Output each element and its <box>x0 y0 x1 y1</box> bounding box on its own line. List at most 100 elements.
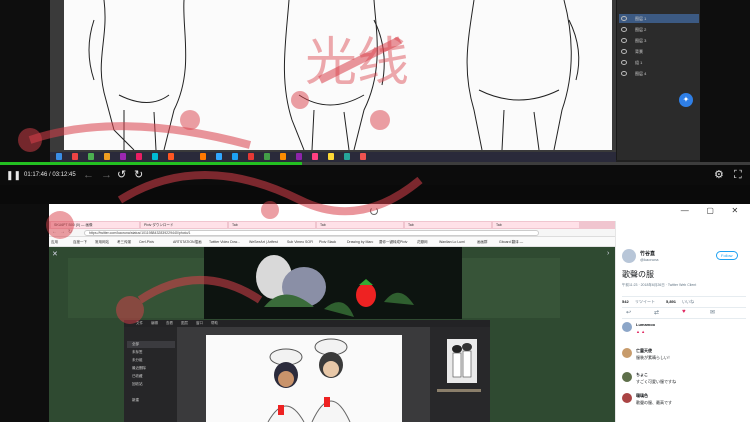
avatar[interactable] <box>622 348 632 358</box>
eye-icon[interactable] <box>621 60 627 65</box>
eye-icon[interactable] <box>621 71 627 76</box>
forward-icon[interactable]: → <box>60 229 65 235</box>
app-icon[interactable] <box>232 153 238 160</box>
eye-icon[interactable] <box>621 49 627 54</box>
layer-row[interactable]: 图层 2 <box>619 25 699 34</box>
bookmark-item[interactable]: Gboard 翻译 — <box>499 239 523 245</box>
sidebar-item[interactable]: 未分组 <box>127 357 175 364</box>
bookmark-item[interactable]: 百度一下 <box>73 239 87 245</box>
app-icon[interactable] <box>120 153 126 160</box>
bookmark-item[interactable]: 花瓣网 <box>417 239 428 245</box>
bookmark-item[interactable]: 考三传媒 <box>117 239 131 245</box>
reply-author[interactable]: Lumamoo <box>636 322 655 327</box>
bookmark-item[interactable]: Twitter Video Dow... <box>209 239 240 245</box>
like-icon[interactable]: ♥ <box>682 309 686 315</box>
menu-item[interactable]: 查看 <box>166 320 173 327</box>
browser-tab[interactable]: Pixiv ダウンロード <box>141 222 227 228</box>
layer-row[interactable]: 背景 <box>619 47 699 56</box>
bookmark-item[interactable]: ARTSTATION插画 <box>173 239 202 245</box>
reply-author[interactable]: 瑠璃色 <box>636 393 648 399</box>
bookmark-item[interactable]: 应用 <box>51 239 58 245</box>
reply-author[interactable]: ちょこ <box>636 372 648 378</box>
app-icon[interactable] <box>136 153 142 160</box>
app-icon[interactable] <box>248 153 254 160</box>
photoshop-icon[interactable] <box>216 153 222 160</box>
bookmark-item[interactable]: Sub Vimeo SOFI <box>287 239 313 245</box>
follow-button[interactable]: Follow <box>716 251 738 260</box>
close-icon[interactable]: ✕ <box>732 206 739 215</box>
forward-10-icon[interactable]: ↻ <box>134 165 143 185</box>
browser-tab[interactable]: Tab <box>229 222 315 228</box>
reply-icon[interactable]: ↩ <box>626 309 631 316</box>
settings-icon[interactable]: ⚙ <box>714 165 724 185</box>
menu-item[interactable]: 编辑 <box>151 320 158 327</box>
app-icon[interactable] <box>200 153 206 160</box>
color-swatch-strip[interactable] <box>437 389 481 392</box>
bookmark-item[interactable]: Drawing by Marc <box>347 239 373 245</box>
menu-item[interactable]: 文件 <box>136 320 143 327</box>
app-icon[interactable] <box>360 153 366 160</box>
sidebar-item[interactable]: 全部 <box>127 341 175 348</box>
sidebar-item[interactable]: 最近删除 <box>127 365 175 372</box>
bookmark-item[interactable]: 画画群 <box>477 239 488 245</box>
layer-row[interactable]: 图层 1 <box>619 14 699 23</box>
avatar[interactable] <box>622 249 636 263</box>
maximize-icon[interactable]: ▢ <box>706 206 714 215</box>
bookmark-item[interactable]: 要你一键转成Pixiv <box>379 239 407 245</box>
avatar[interactable] <box>622 322 632 332</box>
layer-row[interactable]: 图层 3 <box>619 36 699 45</box>
bookmark-item[interactable]: Wanlian Lo Lumi <box>439 239 465 245</box>
sidebar-item[interactable]: 回收站 <box>127 381 175 388</box>
eye-icon[interactable] <box>621 27 627 32</box>
app-icon[interactable] <box>344 153 350 160</box>
menu-item[interactable]: 窗口 <box>196 320 203 327</box>
sidebar-item[interactable]: 新建 <box>127 397 175 404</box>
next-icon[interactable]: › <box>607 250 609 257</box>
retweet-icon[interactable]: ⇄ <box>654 309 659 316</box>
app-icon[interactable] <box>328 153 334 160</box>
minimize-icon[interactable]: — <box>681 206 689 215</box>
browser-tab[interactable]: Tab <box>493 222 579 228</box>
back-icon[interactable]: ← <box>52 229 57 235</box>
share-icon[interactable]: ✉ <box>710 309 715 316</box>
browser-tab[interactable]: SKU6PT B00 (0) — 画像 <box>51 222 139 228</box>
app-icon[interactable] <box>72 153 78 160</box>
browser-tab[interactable]: Tab <box>317 222 403 228</box>
app-icon[interactable] <box>152 153 158 160</box>
eye-icon[interactable] <box>621 38 627 43</box>
app-icon[interactable] <box>168 153 174 160</box>
app-icon[interactable] <box>104 153 110 160</box>
app-icon[interactable] <box>280 153 286 160</box>
close-icon[interactable]: ✕ <box>52 250 58 258</box>
rewind-10-icon[interactable]: ↺ <box>117 165 126 185</box>
bookmark-item[interactable]: 常用网站 <box>95 239 109 245</box>
reply-author[interactable]: 亡霊天使 <box>636 348 652 354</box>
bookmark-item[interactable]: Cerf-Pixiv <box>139 239 154 245</box>
pause-icon[interactable]: ❚❚ <box>6 165 21 185</box>
avatar[interactable] <box>622 372 632 382</box>
url-input[interactable]: https://twitter.com/kaoruna/status/10119… <box>84 230 539 236</box>
sidebar-item[interactable]: 已收藏 <box>127 373 175 380</box>
app-icon[interactable] <box>312 153 318 160</box>
menu-item[interactable]: 帮助 <box>211 320 218 327</box>
preview-thumbnail[interactable] <box>447 339 477 383</box>
fullscreen-icon[interactable]: ⛶ <box>734 165 742 185</box>
browser-tab[interactable]: Tab <box>405 222 491 228</box>
app-icon[interactable] <box>296 153 302 160</box>
reload-icon[interactable]: ↻ <box>68 229 72 235</box>
menu-item[interactable]: 图层 <box>181 320 188 327</box>
layer-row[interactable]: 组 1 <box>619 58 699 67</box>
app-icon[interactable] <box>264 153 270 160</box>
bookmark-item[interactable]: WeSeeArt | Artfest <box>249 239 278 245</box>
avatar[interactable] <box>622 393 632 403</box>
messenger-icon[interactable]: ✦ <box>679 93 693 107</box>
start-icon[interactable] <box>56 153 62 160</box>
prev-icon[interactable]: ← <box>83 165 94 185</box>
sidebar-item[interactable]: 未标签 <box>127 349 175 356</box>
next-icon[interactable]: → <box>101 165 112 185</box>
eye-icon[interactable] <box>621 16 627 21</box>
app-icon[interactable] <box>88 153 94 160</box>
bookmark-item[interactable]: Pixiv Stack <box>319 239 336 245</box>
layer-row[interactable]: 图层 4 <box>619 69 699 78</box>
display-name[interactable]: 竹谷直 <box>640 250 655 257</box>
